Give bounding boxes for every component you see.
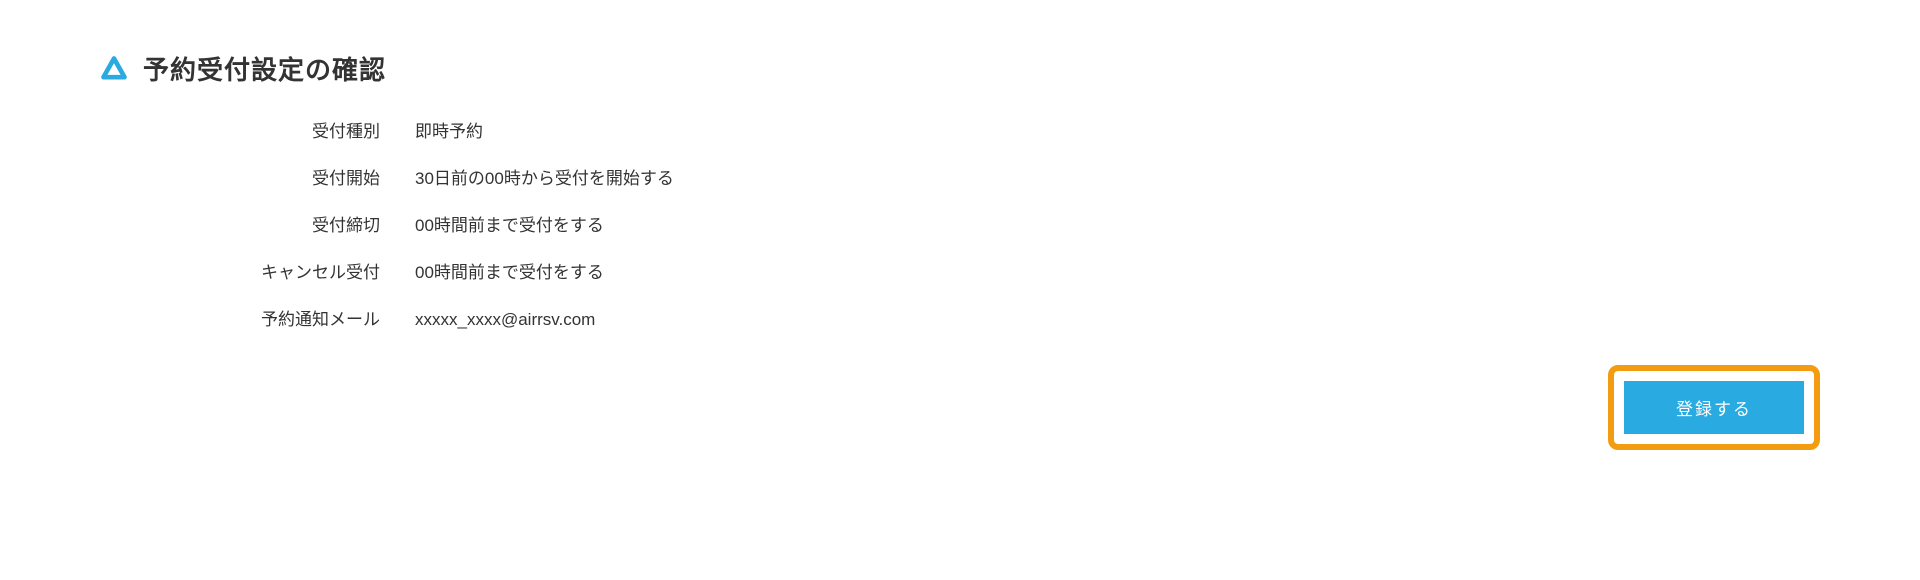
- section-triangle-icon: [100, 55, 128, 83]
- setting-row-reception-type: 受付種別 即時予約: [165, 117, 1820, 142]
- setting-row-cancel-reception: キャンセル受付 00時間前まで受付をする: [165, 258, 1820, 283]
- setting-label: 受付締切: [165, 211, 415, 236]
- setting-label: 受付開始: [165, 164, 415, 189]
- setting-label: キャンセル受付: [165, 258, 415, 283]
- setting-value: 即時予約: [415, 117, 483, 142]
- setting-row-reception-deadline: 受付締切 00時間前まで受付をする: [165, 211, 1820, 236]
- setting-value: 00時間前まで受付をする: [415, 258, 604, 283]
- setting-value: xxxxx_xxxx@airrsv.com: [415, 310, 595, 330]
- page-title: 予約受付設定の確認: [143, 50, 386, 87]
- highlight-box: 登録する: [1608, 365, 1820, 450]
- register-button[interactable]: 登録する: [1624, 381, 1804, 434]
- settings-list: 受付種別 即時予約 受付開始 30日前の00時から受付を開始する 受付締切 00…: [165, 117, 1820, 330]
- setting-row-notification-email: 予約通知メール xxxxx_xxxx@airrsv.com: [165, 305, 1820, 330]
- setting-value: 30日前の00時から受付を開始する: [415, 164, 674, 189]
- setting-value: 00時間前まで受付をする: [415, 211, 604, 236]
- setting-label: 受付種別: [165, 117, 415, 142]
- setting-row-reception-start: 受付開始 30日前の00時から受付を開始する: [165, 164, 1820, 189]
- settings-confirmation-panel: 予約受付設定の確認 受付種別 即時予約 受付開始 30日前の00時から受付を開始…: [0, 0, 1920, 402]
- action-button-area: 登録する: [1608, 365, 1820, 450]
- section-header: 予約受付設定の確認: [100, 50, 1820, 87]
- setting-label: 予約通知メール: [165, 305, 415, 330]
